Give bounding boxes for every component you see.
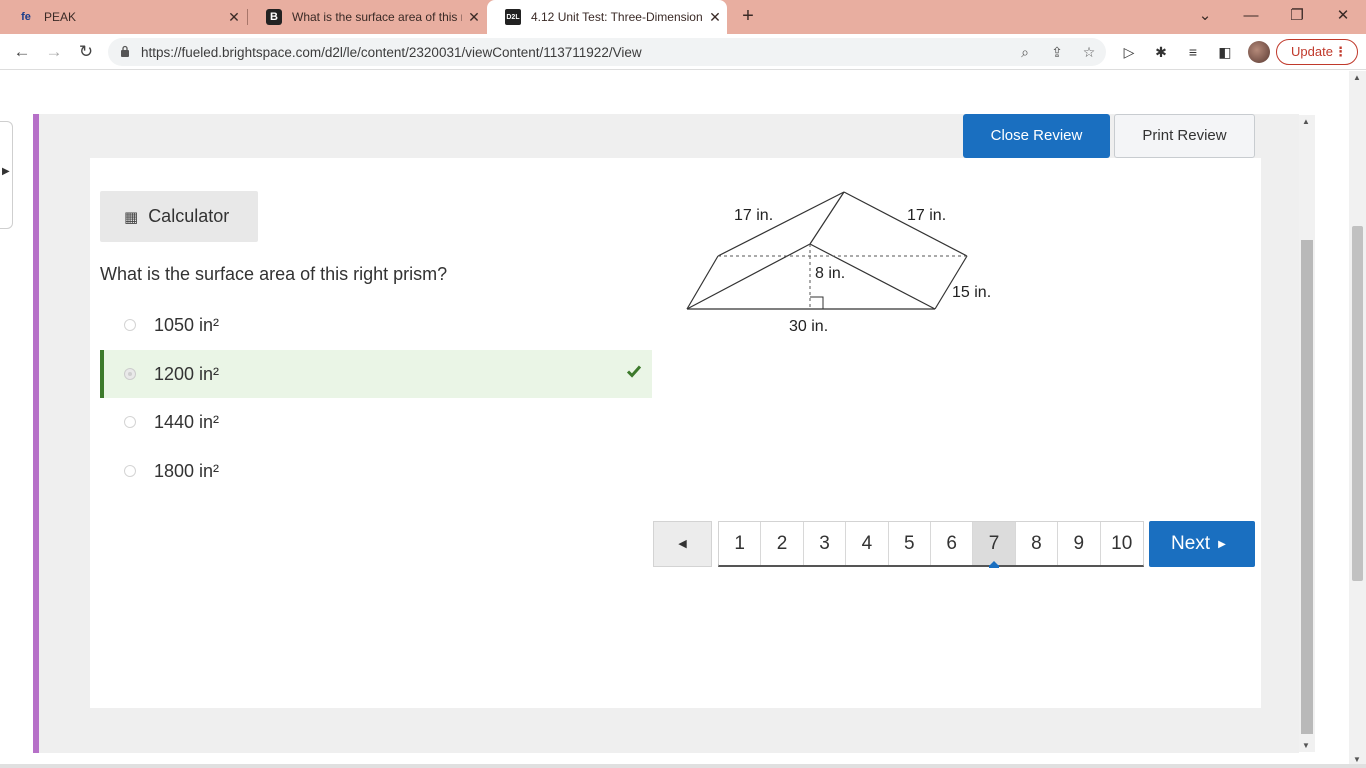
next-label: Next [1171, 533, 1211, 554]
next-button[interactable]: Next ▶ [1149, 521, 1255, 567]
page-1-button[interactable]: 1 [719, 522, 762, 565]
zoom-icon[interactable]: ⌕ [1014, 42, 1036, 62]
answer-label: 1800 in² [154, 460, 220, 481]
horizontal-scrollbar[interactable] [0, 764, 1366, 768]
question-text: What is the surface area of this right p… [100, 264, 448, 284]
page-5-button[interactable]: 5 [888, 522, 931, 565]
calculator-button[interactable]: ▦ Calculator [100, 191, 258, 242]
tab-title: What is the surface area of this ri [292, 10, 462, 24]
tab-title: PEAK [44, 10, 77, 24]
tab-unit-test[interactable]: D2L 4.12 Unit Test: Three-Dimensiona ✕ [487, 0, 727, 34]
restore-icon[interactable]: ❐ [1274, 0, 1320, 34]
page-7-button[interactable]: 7 [973, 522, 1016, 568]
page-2-button[interactable]: 2 [761, 522, 804, 565]
question-pager: 1 2 3 4 5 6 7 8 9 10 [718, 521, 1144, 568]
answer-option-correct[interactable]: 1200 in² [100, 350, 652, 398]
update-button[interactable]: Update ⋮ [1276, 39, 1358, 65]
reload-icon[interactable]: ↻ [72, 38, 100, 66]
tab-peak[interactable]: fe PEAK ✕ [0, 0, 246, 34]
inner-scrollbar[interactable]: ▲ ▼ [1299, 115, 1315, 752]
label-height: 8 in. [815, 265, 845, 282]
browser-tab-bar: fe PEAK ✕ B What is the surface area of … [0, 0, 1366, 34]
radio-button[interactable] [124, 416, 136, 428]
side-panel-toggle[interactable]: ▶ [0, 121, 13, 229]
new-tab-icon[interactable]: + [736, 5, 760, 29]
minimize-icon[interactable]: — [1228, 0, 1274, 34]
label-top-right-edge: 17 in. [907, 207, 946, 224]
tab-title: 4.12 Unit Test: Three-Dimensiona [531, 10, 703, 24]
page-6-button[interactable]: 6 [930, 522, 974, 565]
scroll-up-icon[interactable]: ▲ [1353, 73, 1361, 82]
page-scrollbar[interactable]: ▲ ▼ [1349, 71, 1366, 768]
tab-search-icon[interactable]: ⌄ [1182, 0, 1228, 34]
radio-button[interactable] [124, 368, 136, 380]
close-tab-icon[interactable]: ✕ [222, 9, 246, 26]
address-bar[interactable]: https://fueled.brightspace.com/d2l/le/co… [108, 38, 1106, 66]
peak-favicon-icon: fe [21, 11, 31, 23]
scrollbar-thumb[interactable] [1301, 240, 1313, 734]
profile-avatar[interactable] [1248, 41, 1270, 63]
scroll-down-icon[interactable]: ▼ [1302, 741, 1310, 750]
scroll-down-icon[interactable]: ▼ [1353, 755, 1361, 764]
update-label: Update [1291, 44, 1333, 59]
label-depth: 15 in. [952, 284, 991, 301]
d2l-favicon-icon: D2L [505, 9, 521, 25]
back-icon[interactable]: ← [8, 38, 36, 66]
page-9-button[interactable]: 9 [1058, 522, 1101, 565]
scrollbar-thumb[interactable] [1352, 226, 1363, 581]
url-text: https://fueled.brightspace.com/d2l/le/co… [141, 45, 642, 60]
lock-icon [121, 45, 129, 57]
answer-option[interactable]: 1800 in² [100, 447, 652, 495]
extensions-puzzle-icon[interactable]: ✱ [1150, 42, 1172, 62]
answer-option[interactable]: 1440 in² [100, 398, 652, 446]
close-window-icon[interactable]: ✕ [1320, 0, 1366, 34]
radio-button[interactable] [124, 319, 136, 331]
close-tab-icon[interactable]: ✕ [462, 9, 486, 26]
brainly-favicon-icon: B [266, 9, 282, 25]
page-3-button[interactable]: 3 [803, 522, 847, 565]
tab-brainly[interactable]: B What is the surface area of this ri ✕ [248, 0, 486, 34]
prev-arrow-icon: ◀ [678, 538, 687, 550]
close-tab-icon[interactable]: ✕ [703, 9, 727, 26]
label-base: 30 in. [789, 318, 828, 335]
answer-label: 1050 in² [154, 314, 220, 335]
bookmark-star-icon[interactable]: ☆ [1078, 42, 1100, 62]
share-icon[interactable]: ⇪ [1046, 42, 1068, 62]
checkmark-icon [626, 365, 642, 378]
prism-diagram: 17 in. 17 in. 8 in. 15 in. 30 in. [686, 191, 991, 335]
label-top-left-edge: 17 in. [734, 207, 773, 224]
radio-button[interactable] [124, 465, 136, 477]
scroll-up-icon[interactable]: ▲ [1302, 117, 1310, 126]
page-4-button[interactable]: 4 [846, 522, 889, 565]
forward-icon[interactable]: → [40, 38, 68, 66]
page-8-button[interactable]: 8 [1015, 522, 1059, 565]
close-review-button[interactable]: Close Review [963, 114, 1110, 158]
menu-dots-icon: ⋮ [1334, 44, 1347, 59]
next-arrow-icon: ▶ [1218, 539, 1226, 550]
calculator-label: Calculator [148, 206, 230, 226]
play-extension-icon[interactable]: ▷ [1118, 42, 1140, 62]
print-review-button[interactable]: Print Review [1114, 114, 1255, 158]
expand-arrow-icon: ▶ [2, 166, 10, 177]
side-panel-icon[interactable]: ◧ [1214, 42, 1236, 62]
answer-option[interactable]: 1050 in² [100, 301, 652, 349]
answer-label: 1200 in² [154, 363, 220, 384]
answer-label: 1440 in² [154, 411, 220, 432]
media-queue-icon[interactable]: ≡ [1182, 42, 1204, 62]
page-10-button[interactable]: 10 [1100, 522, 1143, 565]
browser-toolbar: ← → ↻ https://fueled.brightspace.com/d2l… [0, 34, 1366, 70]
calculator-icon: ▦ [124, 208, 139, 226]
previous-page-button[interactable]: ◀ [653, 521, 712, 567]
